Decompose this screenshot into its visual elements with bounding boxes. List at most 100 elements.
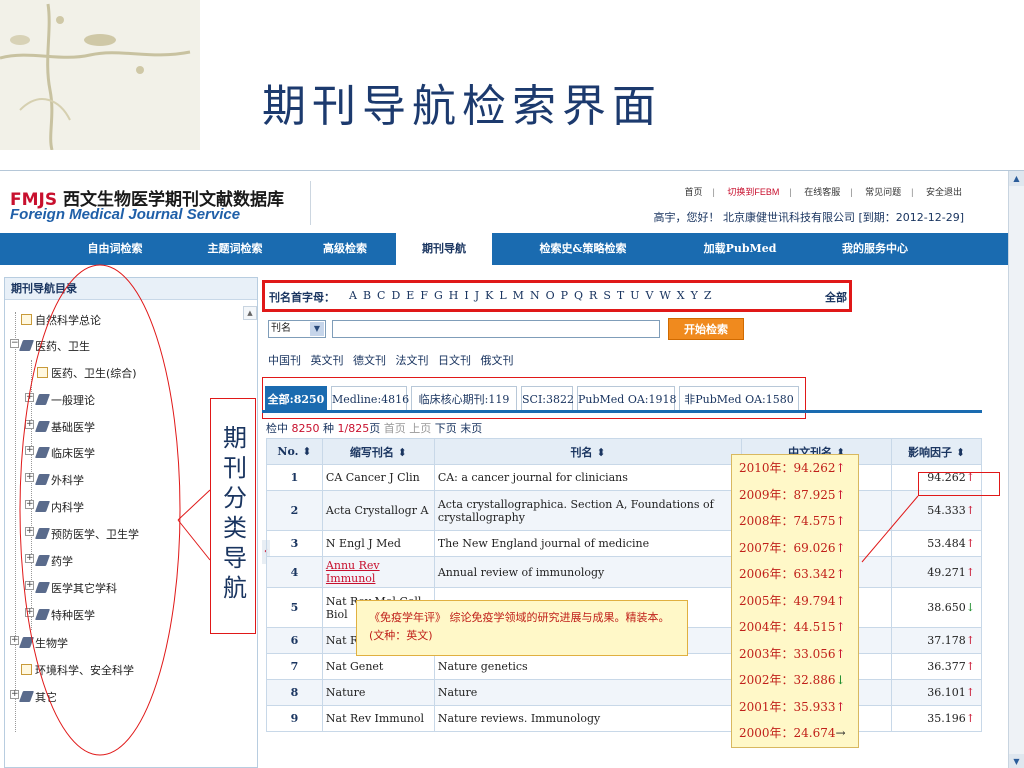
row-abbr[interactable]: Annu Rev Immunol xyxy=(321,556,435,588)
row-name[interactable]: Nature xyxy=(433,679,743,706)
sidebar-scroll-up-icon[interactable]: ▲ xyxy=(243,306,257,320)
sidebar-item-internal-medicine[interactable]: 内科学 xyxy=(34,501,84,515)
letter-y-link[interactable]: Y xyxy=(691,289,698,302)
tab-non-pubmed-oa[interactable]: 非PubMed OA:1580 xyxy=(679,386,799,412)
expand-icon[interactable]: + xyxy=(25,608,34,617)
collapse-icon[interactable]: − xyxy=(10,339,19,348)
expand-icon[interactable]: + xyxy=(25,473,34,482)
letter-u-link[interactable]: U xyxy=(630,289,639,302)
sidebar-item-basic-medicine[interactable]: 基础医学 xyxy=(34,421,95,435)
expand-icon[interactable]: + xyxy=(25,500,34,509)
letter-d-link[interactable]: D xyxy=(391,289,400,302)
nav-load-pubmed[interactable]: 加载PubMed xyxy=(690,233,790,265)
last-page-link[interactable]: 末页 xyxy=(460,422,482,435)
nav-journal-navigation[interactable]: 期刊导航 xyxy=(396,233,492,265)
nav-history-search[interactable]: 检索史&策略检索 xyxy=(520,233,646,265)
sidebar-item-natural-science[interactable]: 自然科学总论 xyxy=(21,314,101,328)
row-name[interactable]: The New England journal of medicine xyxy=(433,530,743,557)
expand-icon[interactable]: + xyxy=(25,527,34,536)
row-abbr[interactable]: N Engl J Med xyxy=(321,530,435,557)
letter-l-link[interactable]: L xyxy=(499,289,506,302)
expand-icon[interactable]: + xyxy=(25,581,34,590)
col-abbr[interactable]: 缩写刊名 ⬍ xyxy=(321,438,435,465)
sidebar-item-medicine-general[interactable]: 医药、卫生(综合) xyxy=(37,367,137,381)
tab-clinical-core[interactable]: 临床核心期刊:119 xyxy=(411,386,517,412)
row-name[interactable]: CA: a cancer journal for clinicians xyxy=(433,464,743,491)
table-row[interactable]: 9 Nat Rev Immunol Nature reviews. Immunolo… xyxy=(266,705,982,732)
expand-icon[interactable]: + xyxy=(25,420,34,429)
sidebar-item-surgery[interactable]: 外科学 xyxy=(34,474,84,488)
sidebar-item-general-theory[interactable]: 一般理论 xyxy=(34,394,95,408)
letter-z-link[interactable]: Z xyxy=(704,289,712,302)
row-name[interactable]: Annual review of immunology xyxy=(433,556,743,588)
alphabet-all-link[interactable]: 全部 xyxy=(825,289,847,305)
row-name[interactable]: Nature reviews. Immunology xyxy=(433,705,743,732)
letter-h-link[interactable]: H xyxy=(449,289,459,302)
table-row[interactable]: 2 Acta Crystallogr A Acta crystallographic… xyxy=(266,490,982,531)
sidebar-item-clinical-medicine[interactable]: 临床医学 xyxy=(34,447,95,461)
sidebar-item-biology[interactable]: 生物学 xyxy=(18,637,68,651)
letter-j-link[interactable]: J xyxy=(475,289,479,302)
expand-icon[interactable]: + xyxy=(25,393,34,402)
faq-link[interactable]: 常见问题 xyxy=(865,187,901,197)
col-no[interactable]: No. ⬍ xyxy=(266,438,323,465)
row-abbr[interactable]: Nat Rev Immunol xyxy=(321,705,435,732)
col-impact[interactable]: 影响因子 ⬍ xyxy=(891,438,982,465)
sidebar-item-pharmacy[interactable]: 药学 xyxy=(34,555,73,569)
letter-k-link[interactable]: K xyxy=(485,289,493,302)
first-page-link[interactable]: 首页 xyxy=(384,422,406,435)
nav-service-center[interactable]: 我的服务中心 xyxy=(820,233,930,265)
col-name[interactable]: 刊名 ⬍ xyxy=(433,438,743,465)
table-row[interactable]: 7 Nat Genet Nature genetics 36.377↑ xyxy=(266,653,982,680)
tab-pubmed-oa[interactable]: PubMed OA:1918 xyxy=(577,386,677,412)
letter-n-link[interactable]: N xyxy=(530,289,540,302)
lang-english-link[interactable]: 英文刊 xyxy=(311,354,344,367)
logout-link[interactable]: 安全退出 xyxy=(926,187,962,197)
tab-medline[interactable]: Medline:4816 xyxy=(331,386,409,412)
letter-w-link[interactable]: W xyxy=(659,289,670,302)
field-select[interactable]: 刊名 ▼ xyxy=(268,320,326,338)
switch-febm-link[interactable]: 切换到FEBM xyxy=(727,187,779,197)
row-abbr[interactable]: CA Cancer J Clin xyxy=(321,464,435,491)
sidebar-item-medicine[interactable]: 医药、卫生 xyxy=(18,340,90,354)
letter-q-link[interactable]: Q xyxy=(574,289,583,302)
start-search-button[interactable]: 开始检索 xyxy=(668,318,744,340)
lang-chinese-link[interactable]: 中国刊 xyxy=(268,354,301,367)
scroll-up-icon[interactable]: ▲ xyxy=(1009,171,1024,186)
tab-sci[interactable]: SCI:3822 xyxy=(521,386,574,412)
letter-x-link[interactable]: X xyxy=(677,289,685,302)
row-name[interactable]: Acta crystallographica. Section A, Found… xyxy=(433,490,743,531)
expand-icon[interactable]: + xyxy=(10,636,19,645)
sidebar-item-other[interactable]: 其它 xyxy=(18,691,57,705)
letter-a-link[interactable]: A xyxy=(349,289,357,302)
table-row[interactable]: 3N Engl J Med The New England journal of … xyxy=(266,530,982,557)
sidebar-item-environmental-science[interactable]: 环境科学、安全科学 xyxy=(21,664,134,678)
letter-o-link[interactable]: O xyxy=(546,289,555,302)
scroll-down-icon[interactable]: ▼ xyxy=(1009,754,1024,768)
row-abbr[interactable]: Nat Genet xyxy=(321,653,435,680)
letter-b-link[interactable]: B xyxy=(363,289,371,302)
row-name[interactable]: Nature genetics xyxy=(433,653,743,680)
letter-p-link[interactable]: P xyxy=(561,289,568,302)
expand-icon[interactable]: + xyxy=(25,446,34,455)
sidebar-item-other-medical[interactable]: 医学其它学科 xyxy=(34,582,117,596)
letter-m-link[interactable]: M xyxy=(513,289,524,302)
letter-e-link[interactable]: E xyxy=(406,289,414,302)
letter-i-link[interactable]: I xyxy=(464,289,468,302)
expand-icon[interactable]: + xyxy=(10,690,19,699)
nav-advanced-search[interactable]: 高级检索 xyxy=(300,233,390,265)
table-row[interactable]: 1 CA Cancer J Clin CA: a cancer journal fo… xyxy=(266,464,982,491)
next-page-link[interactable]: 下页 xyxy=(435,422,457,435)
letter-t-link[interactable]: T xyxy=(617,289,624,302)
lang-french-link[interactable]: 法文刊 xyxy=(396,354,429,367)
lang-german-link[interactable]: 德文刊 xyxy=(353,354,386,367)
search-input[interactable] xyxy=(332,320,660,338)
expand-icon[interactable]: + xyxy=(25,554,34,563)
online-service-link[interactable]: 在线客服 xyxy=(804,187,840,197)
sidebar-item-special-medicine[interactable]: 特种医学 xyxy=(34,609,95,623)
nav-subject-search[interactable]: 主题词检索 xyxy=(190,233,280,265)
letter-r-link[interactable]: R xyxy=(589,289,597,302)
lang-russian-link[interactable]: 俄文刊 xyxy=(481,354,514,367)
letter-v-link[interactable]: V xyxy=(646,289,654,302)
prev-page-link[interactable]: 上页 xyxy=(409,422,431,435)
